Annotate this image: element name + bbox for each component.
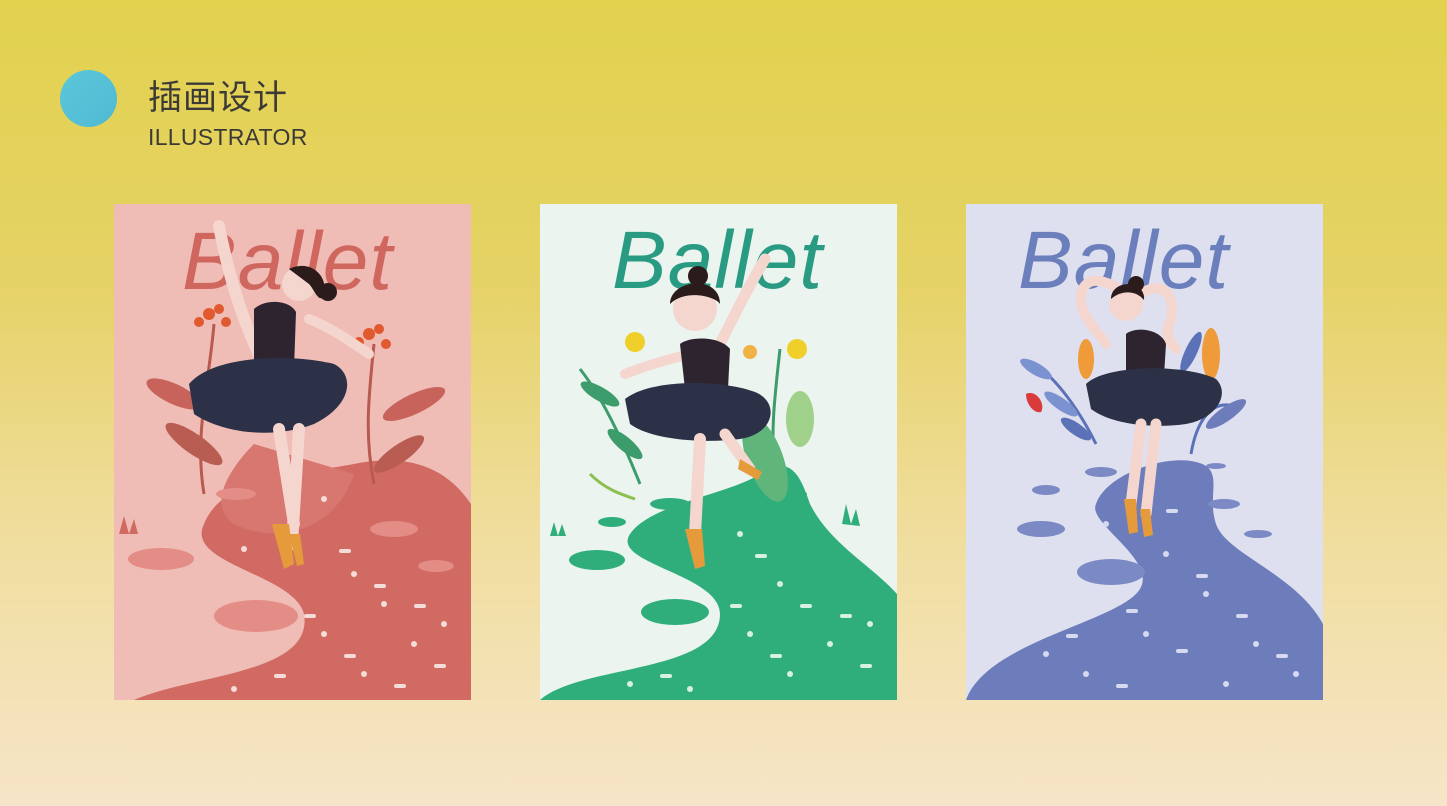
poster-mint-illustration: Ballet (540, 204, 897, 700)
section-title-en: ILLUSTRATOR (148, 124, 308, 150)
accent-dot-icon (60, 70, 117, 127)
poster-title: Ballet (612, 215, 825, 306)
poster-lavender[interactable]: Ballet (966, 204, 1323, 700)
section-title-cn: 插画设计 (148, 78, 288, 118)
poster-lavender-illustration: Ballet (966, 204, 1323, 700)
poster-pink[interactable]: Ballet (114, 204, 471, 700)
poster-mint[interactable]: Ballet (540, 204, 897, 700)
poster-pink-illustration: Ballet (114, 204, 471, 700)
